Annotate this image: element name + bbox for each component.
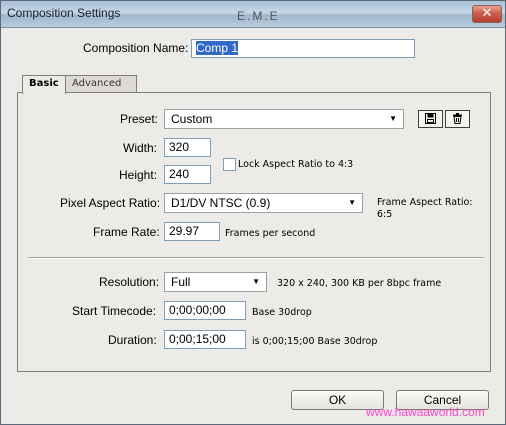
- tab-advanced[interactable]: Advanced: [65, 75, 137, 93]
- pixel-aspect-label: Pixel Aspect Ratio:: [60, 196, 161, 210]
- lock-aspect-checkbox[interactable]: [223, 158, 236, 171]
- duration-label: Duration:: [108, 333, 157, 347]
- save-preset-button[interactable]: [418, 110, 443, 128]
- pixel-aspect-value: D1/DV NTSC (0.9): [171, 196, 271, 210]
- chevron-down-icon: ▼: [348, 198, 356, 207]
- divider: [28, 257, 484, 259]
- frame-rate-unit: Frames per second: [225, 228, 316, 239]
- watermark-top: E.M.E: [237, 9, 280, 23]
- composition-settings-dialog: Composition Settings E.M.E ✕ Composition…: [0, 0, 506, 425]
- window-title: Composition Settings: [7, 6, 121, 20]
- height-label: Height:: [119, 168, 158, 182]
- tab-basic[interactable]: Basic: [22, 75, 66, 94]
- width-label: Width:: [123, 141, 158, 155]
- resolution-value: Full: [171, 275, 191, 289]
- composition-name-value: Comp 1: [196, 41, 239, 55]
- start-timecode-label: Start Timecode:: [72, 304, 157, 318]
- trash-icon: [453, 113, 462, 124]
- lock-aspect-label[interactable]: Lock Aspect Ratio to 4:3: [238, 159, 353, 170]
- start-timecode-input[interactable]: 0;00;00;00: [164, 301, 246, 320]
- preset-dropdown[interactable]: Custom ▼: [164, 109, 404, 129]
- delete-preset-button[interactable]: [445, 110, 470, 128]
- chevron-down-icon: ▼: [252, 277, 260, 286]
- resolution-label: Resolution:: [99, 275, 160, 289]
- preset-label: Preset:: [120, 112, 159, 126]
- close-icon: ✕: [481, 6, 493, 21]
- resolution-dropdown[interactable]: Full ▼: [164, 272, 267, 292]
- composition-name-input[interactable]: Comp 1: [191, 39, 415, 58]
- start-timecode-note: Base 30drop: [252, 307, 312, 318]
- chevron-down-icon: ▼: [389, 114, 397, 123]
- watermark-bottom: www.hawaaworld.com: [366, 405, 485, 419]
- frame-rate-label: Frame Rate:: [93, 225, 160, 239]
- frame-rate-input[interactable]: 29.97: [164, 222, 220, 241]
- pixel-aspect-dropdown[interactable]: D1/DV NTSC (0.9) ▼: [164, 193, 363, 213]
- close-button[interactable]: ✕: [472, 5, 502, 23]
- preset-value: Custom: [171, 112, 213, 126]
- frame-aspect-value: 6:5: [377, 209, 393, 220]
- title-bar[interactable]: Composition Settings E.M.E ✕: [1, 1, 505, 28]
- composition-name-label: Composition Name:: [83, 41, 189, 55]
- width-input[interactable]: 320: [164, 138, 211, 157]
- resolution-info: 320 x 240, 300 KB per 8bpc frame: [277, 278, 442, 289]
- duration-note: is 0;00;15;00 Base 30drop: [252, 336, 378, 347]
- save-icon: [425, 113, 436, 124]
- height-input[interactable]: 240: [164, 165, 211, 184]
- duration-input[interactable]: 0;00;15;00: [164, 330, 246, 349]
- frame-aspect-label: Frame Aspect Ratio:: [377, 197, 473, 208]
